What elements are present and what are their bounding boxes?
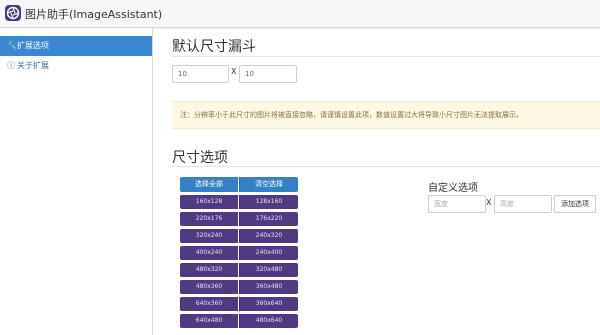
size-option-button[interactable]: 240x400 — [239, 246, 298, 260]
select-all-button[interactable]: 选择全部 — [180, 177, 238, 192]
sidebar-item-label: 扩展选项 — [17, 41, 49, 50]
custom-height-input[interactable]: 高度 — [494, 195, 552, 213]
app-title: 图片助手(ImageAssistant) — [25, 8, 163, 21]
default-size-title: 默认尺寸漏斗 — [172, 39, 256, 55]
size-option-button[interactable]: 640x480 — [180, 314, 238, 328]
notice-alert: 注：分辨率小于此尺寸的图片将被直接忽略，请谨慎设置此项，数值设置过大将导致小尺寸… — [172, 101, 600, 129]
top-bar: 图片助手(ImageAssistant) — [0, 0, 600, 28]
size-option-button[interactable]: 640x360 — [180, 297, 238, 311]
camera-aperture-icon — [5, 5, 21, 21]
size-option-button[interactable]: 360x480 — [239, 280, 298, 294]
wrench-icon: 🔧 — [7, 41, 17, 50]
size-option-button[interactable]: 480x360 — [180, 280, 238, 294]
size-option-button[interactable]: 176x220 — [239, 212, 298, 226]
size-option-button[interactable]: 320x480 — [239, 263, 298, 277]
size-option-button[interactable]: 480x320 — [180, 263, 238, 277]
divider — [172, 56, 600, 57]
info-circle-icon: ⓘ — [7, 61, 15, 70]
size-option-button[interactable]: 160x128 — [180, 195, 238, 209]
notice-text: 注：分辨率小于此尺寸的图片将被直接忽略，请谨慎设置此项，数值设置过大将导致小尺寸… — [180, 111, 523, 119]
size-option-button[interactable]: 400x240 — [180, 246, 238, 260]
size-option-button[interactable]: 220x176 — [180, 212, 238, 226]
divider — [172, 166, 600, 167]
size-separator: X — [231, 67, 237, 76]
min-width-input[interactable]: 10 — [172, 65, 229, 83]
sidebar-item-extension-options[interactable]: 🔧 扩展选项 — [0, 36, 152, 56]
size-option-button[interactable]: 240x320 — [239, 229, 298, 243]
sidebar-item-about[interactable]: ⓘ 关于扩展 — [0, 56, 152, 76]
clear-selection-button[interactable]: 清空选择 — [239, 177, 298, 192]
custom-width-input[interactable]: 宽度 — [428, 195, 486, 213]
custom-options-title: 自定义选项 — [428, 183, 478, 194]
size-option-button[interactable]: 320x240 — [180, 229, 238, 243]
size-option-button[interactable]: 128x160 — [239, 195, 298, 209]
size-option-button[interactable]: 480x640 — [239, 314, 298, 328]
size-option-button[interactable]: 360x640 — [239, 297, 298, 311]
sidebar: 🔧 扩展选项 ⓘ 关于扩展 — [0, 28, 153, 335]
size-separator: X — [486, 198, 492, 207]
min-height-input[interactable]: 10 — [239, 65, 297, 83]
sidebar-item-label: 关于扩展 — [17, 61, 49, 70]
add-option-button[interactable]: 添加选项 — [554, 195, 596, 213]
size-options-title: 尺寸选项 — [172, 150, 228, 166]
